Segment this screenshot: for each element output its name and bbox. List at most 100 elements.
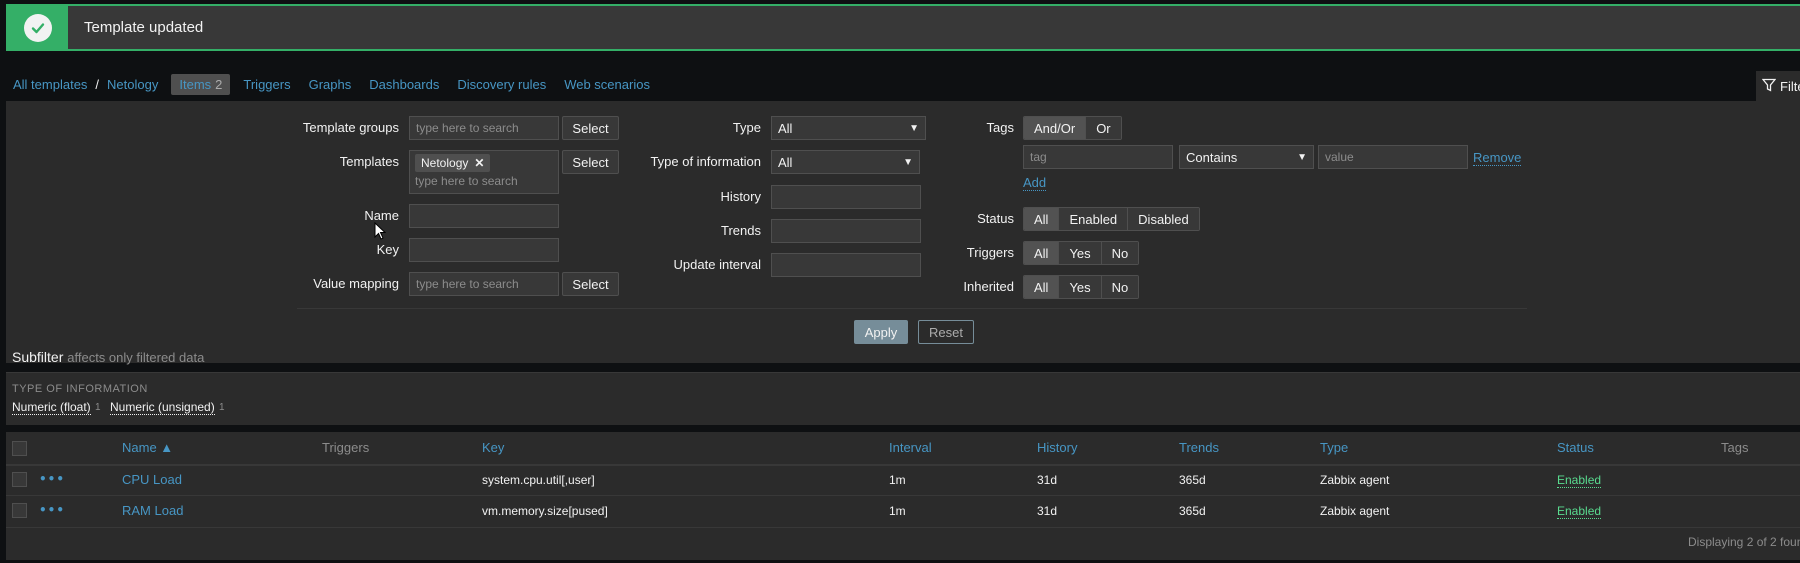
triggers-no[interactable]: No [1101, 242, 1139, 264]
subfilter-numeric-float-count: 1 [95, 402, 101, 413]
templates-search-placeholder: type here to search [415, 174, 518, 188]
column-type[interactable]: Type [1320, 440, 1348, 455]
name-input[interactable] [409, 204, 559, 228]
templates-select-button[interactable]: Select [562, 150, 619, 174]
breadcrumb-separator: / [95, 76, 100, 92]
name-label: Name [364, 208, 399, 223]
inherited-no[interactable]: No [1101, 276, 1139, 298]
inherited-toggle: All Yes No [1023, 275, 1140, 299]
tags-operator-toggle: And/Or Or [1023, 116, 1122, 140]
value-mapping-select-button[interactable]: Select [562, 272, 619, 296]
tags-operator-and-or[interactable]: And/Or [1024, 117, 1087, 139]
triggers-toggle: All Yes No [1023, 241, 1140, 265]
type-select[interactable]: All ▼ [771, 116, 926, 140]
column-status[interactable]: Status [1557, 440, 1594, 455]
tab-items[interactable]: Items 2 [171, 73, 231, 95]
update-interval-input[interactable] [771, 253, 921, 277]
row-divider [6, 495, 1800, 496]
chevron-down-icon: ▼ [1297, 151, 1307, 163]
item-key: vm.memory.size[pused] [482, 504, 608, 518]
tab-triggers[interactable]: Triggers [234, 77, 299, 92]
breadcrumb-all-templates[interactable]: All templates [13, 77, 91, 92]
item-type: Zabbix agent [1320, 473, 1390, 487]
tag-value-input[interactable]: value [1318, 145, 1468, 169]
tab-discovery-rules[interactable]: Discovery rules [448, 77, 555, 92]
filter-tab[interactable]: Filter [1756, 71, 1800, 101]
breadcrumb-template[interactable]: Netology [103, 77, 167, 92]
tab-items-count: 2 [215, 76, 223, 92]
template-navigation: All templates / Netology Items 2 Triggers… [13, 72, 659, 96]
tab-web-scenarios[interactable]: Web scenarios [555, 77, 659, 92]
tag-input[interactable]: tag [1023, 145, 1173, 169]
column-key[interactable]: Key [482, 440, 504, 455]
add-tag-link[interactable]: Add [1023, 175, 1047, 191]
item-interval: 1m [889, 473, 906, 487]
chevron-down-icon: ▼ [909, 122, 919, 134]
item-status-toggle[interactable]: Enabled [1557, 473, 1602, 488]
column-history[interactable]: History [1037, 440, 1077, 455]
table-stats: Displaying 2 of 2 found [1688, 535, 1800, 549]
mouse-cursor-icon [374, 222, 386, 240]
filter-tab-label: Filter [1780, 78, 1800, 94]
reset-button[interactable]: Reset [918, 320, 974, 344]
subfilter-heading: Subfilter affects only filtered data [12, 349, 204, 365]
filter-divider [297, 308, 1527, 309]
status-disabled[interactable]: Disabled [1128, 208, 1199, 230]
template-chip: Netology ✕ [415, 154, 491, 172]
column-interval[interactable]: Interval [889, 440, 932, 455]
tab-graphs[interactable]: Graphs [300, 77, 361, 92]
key-input[interactable] [409, 238, 559, 262]
status-toggle: All Enabled Disabled [1023, 207, 1200, 231]
remove-chip-icon[interactable]: ✕ [474, 156, 484, 170]
inherited-yes[interactable]: Yes [1059, 276, 1102, 298]
trends-label: Trends [721, 223, 761, 238]
subfilter-hint: affects only filtered data [67, 350, 205, 365]
subfilter-title: Subfilter [12, 349, 64, 365]
template-groups-label: Template groups [302, 120, 399, 135]
subfilter-numeric-unsigned[interactable]: Numeric (unsigned) [110, 400, 215, 415]
subfilter-group-title: TYPE OF INFORMATION [12, 383, 148, 395]
tag-condition-select[interactable]: Contains ▼ [1179, 145, 1314, 169]
value-mapping-input[interactable]: type here to search [409, 272, 559, 296]
table-header-divider [6, 464, 1800, 466]
inherited-label: Inherited [963, 279, 1014, 294]
tags-operator-or[interactable]: Or [1086, 117, 1121, 139]
status-enabled[interactable]: Enabled [1059, 208, 1129, 230]
type-of-information-value: All [778, 154, 793, 170]
triggers-all[interactable]: All [1024, 242, 1060, 264]
apply-button[interactable]: Apply [854, 320, 908, 344]
column-trends[interactable]: Trends [1179, 440, 1219, 455]
more-actions-icon[interactable]: ••• [39, 503, 65, 517]
template-groups-input[interactable]: type here to search [409, 116, 559, 140]
inherited-all[interactable]: All [1024, 276, 1060, 298]
column-tags: Tags [1721, 440, 1749, 455]
status-label: Status [977, 211, 1014, 226]
trends-input[interactable] [771, 219, 921, 243]
item-name-link[interactable]: RAM Load [122, 503, 183, 518]
subfilter-numeric-unsigned-count: 1 [219, 402, 225, 413]
tab-dashboards[interactable]: Dashboards [360, 77, 448, 92]
triggers-yes[interactable]: Yes [1059, 242, 1102, 264]
triggers-label: Triggers [966, 245, 1014, 260]
success-message-banner: Template updated [6, 4, 1800, 51]
type-of-information-select[interactable]: All ▼ [771, 150, 920, 174]
select-all-checkbox[interactable] [12, 441, 27, 456]
item-key: system.cpu.util[,user] [482, 473, 595, 487]
status-all[interactable]: All [1024, 208, 1060, 230]
template-chip-label: Netology [421, 156, 469, 170]
template-groups-select-button[interactable]: Select [562, 116, 619, 140]
more-actions-icon[interactable]: ••• [39, 472, 65, 486]
remove-tag-link[interactable]: Remove [1473, 150, 1522, 166]
row-checkbox[interactable] [12, 472, 27, 487]
history-input[interactable] [771, 185, 921, 209]
type-of-information-label: Type of information [650, 154, 761, 169]
item-trends: 365d [1179, 473, 1206, 487]
row-checkbox[interactable] [12, 503, 27, 518]
column-name[interactable]: Name ▲ [122, 440, 173, 455]
subfilter-divider [6, 372, 1800, 373]
checkmark-icon [24, 13, 52, 42]
type-select-value: All [778, 120, 793, 136]
item-name-link[interactable]: CPU Load [122, 472, 182, 487]
subfilter-numeric-float[interactable]: Numeric (float) [12, 400, 91, 415]
item-status-toggle[interactable]: Enabled [1557, 504, 1602, 519]
